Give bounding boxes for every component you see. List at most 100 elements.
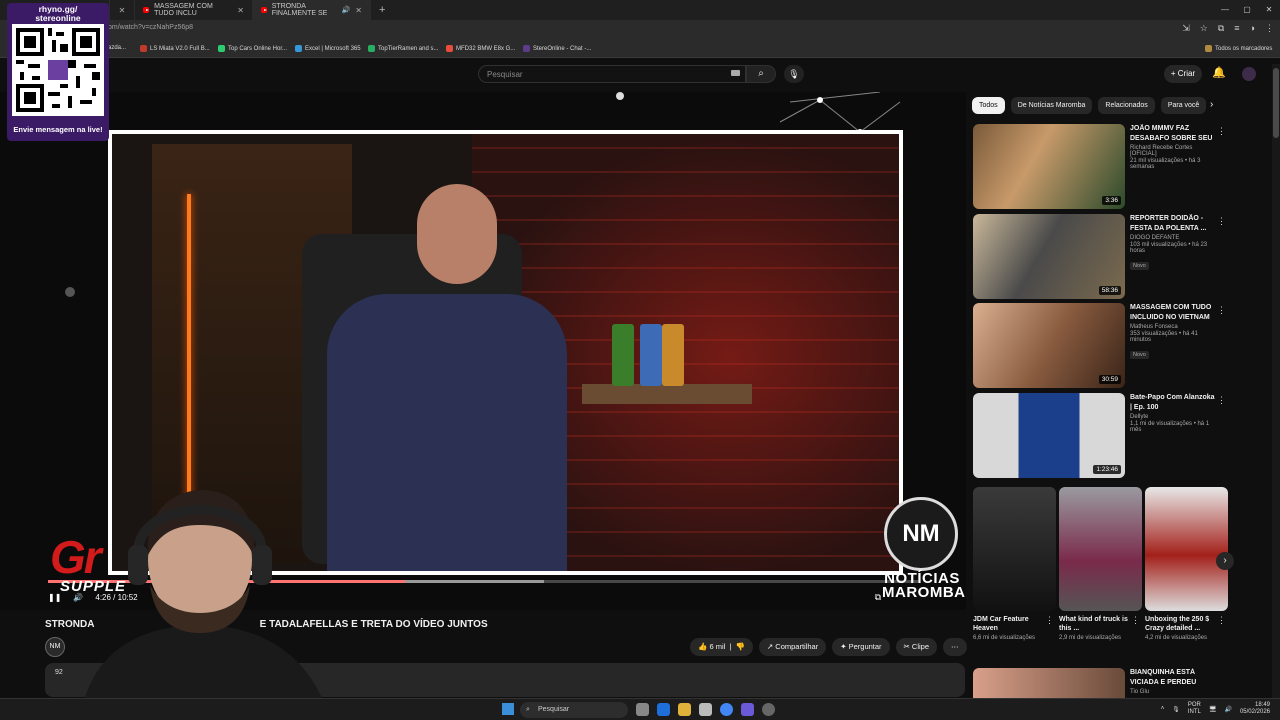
- thumbnail[interactable]: 3:36: [973, 124, 1125, 209]
- url-text[interactable]: om/watch?v=czNahPz56p8: [108, 24, 193, 31]
- thumbnail[interactable]: [973, 668, 1125, 698]
- subtitles-icon[interactable]: ⧉: [875, 592, 881, 603]
- bookmark-item[interactable]: MFD32 BMW E8x G...: [446, 45, 515, 52]
- bookmark-item[interactable]: LS Miata V2.0 Full B...: [140, 45, 210, 52]
- list-item[interactable]: BIANQUINHA ESTÁ VICIADA E PERDEU TUDO...…: [973, 668, 1228, 698]
- minimize-icon[interactable]: —: [1214, 0, 1236, 20]
- rec-channel[interactable]: Richard Recebe Cortes [OFICIAL]: [1130, 145, 1218, 157]
- search-input[interactable]: Pesquisar: [478, 65, 746, 83]
- short-item[interactable]: What kind of truck is this ... 2,9 mi de…: [1059, 487, 1142, 642]
- scrollbar[interactable]: [1272, 64, 1280, 700]
- thumbnail[interactable]: 30:59: [973, 303, 1125, 388]
- short-title[interactable]: What kind of truck is this ...: [1059, 615, 1131, 633]
- bookmark-item[interactable]: Top Cars Online Hor...: [218, 45, 287, 52]
- menu-icon[interactable]: ⋮: [1265, 23, 1274, 34]
- channel-watermark: NM: [884, 497, 958, 571]
- chip-channel[interactable]: De Notícias Maromba: [1010, 97, 1093, 114]
- clock[interactable]: 18:49 05/02/2026: [1240, 702, 1270, 716]
- star-icon[interactable]: ☆: [1200, 23, 1208, 34]
- rec-channel[interactable]: Tio Glu: [1130, 689, 1218, 695]
- qr-cta: Envie mensagem na live!: [13, 125, 103, 134]
- new-badge: Novo: [1130, 262, 1149, 270]
- clip-button[interactable]: ✂ Clipe: [895, 638, 938, 656]
- bookmark-item[interactable]: TopTierRamen and s...: [368, 45, 438, 52]
- chip-todos[interactable]: Todos: [972, 97, 1005, 114]
- list-item[interactable]: 3:36 JOÃO MMMV FAZ DESABAFO SOBRE SEU ..…: [973, 124, 1228, 209]
- list-item[interactable]: 1:23:46 Bate-Papo Com Alanzoka | Ep. 100…: [973, 393, 1228, 478]
- mic-icon[interactable]: 🎙: [1172, 706, 1180, 713]
- more-button[interactable]: ⋯: [943, 638, 967, 656]
- chevron-up-icon[interactable]: ˄: [1161, 706, 1165, 712]
- chip-related[interactable]: Relacionados: [1098, 97, 1155, 114]
- rec-channel[interactable]: Matheus Fonseca: [1130, 324, 1218, 330]
- dislike-icon[interactable]: 👎: [736, 642, 745, 651]
- rec-channel[interactable]: Dellyte: [1130, 414, 1218, 420]
- chevron-right-icon[interactable]: ›: [1216, 552, 1234, 570]
- bell-icon[interactable]: 🔔: [1212, 66, 1226, 79]
- rec-views: 1,1 mi de visualizações • há 1 mês: [1130, 421, 1210, 433]
- discord-icon[interactable]: [741, 703, 754, 716]
- language-indicator[interactable]: POR INTL: [1188, 702, 1201, 716]
- tab-massagem[interactable]: MASSAGEM COM TUDO INCLU ✕: [135, 0, 253, 20]
- short-item[interactable]: Unboxing the 250 $ Crazy detailed ... 4,…: [1145, 487, 1228, 642]
- all-bookmarks[interactable]: Todos os marcadores: [1205, 45, 1272, 52]
- chip-for-you[interactable]: Para você: [1160, 97, 1207, 114]
- obs-icon[interactable]: [762, 703, 775, 716]
- rec-title[interactable]: JOÃO MMMV FAZ DESABAFO SOBRE SEU ...: [1130, 124, 1218, 143]
- close-window-icon[interactable]: ✕: [1258, 0, 1280, 20]
- close-icon[interactable]: ✕: [355, 6, 362, 15]
- chrome-icon[interactable]: [720, 703, 733, 716]
- rec-title[interactable]: MASSAGEM COM TUDO INCLUIDO NO VIETNAM: [1130, 303, 1218, 322]
- lines-icon[interactable]: ≡: [1234, 23, 1239, 34]
- taskbar-search[interactable]: ⌕ Pesquisar: [520, 702, 628, 718]
- store-icon[interactable]: [699, 703, 712, 716]
- thumbnail[interactable]: 58:36: [973, 214, 1125, 299]
- mic-button[interactable]: 🎙: [784, 65, 804, 83]
- short-title[interactable]: JDM Car Feature Heaven: [973, 615, 1045, 633]
- like-button[interactable]: 👍 6 mil | 👎: [690, 638, 753, 656]
- short-thumbnail[interactable]: [1145, 487, 1228, 611]
- thumbnail[interactable]: 1:23:46: [973, 393, 1125, 478]
- profile-icon[interactable]: ◑: [1250, 23, 1255, 34]
- rec-title[interactable]: Bate-Papo Com Alanzoka | Ep. 100: [1130, 393, 1218, 412]
- list-item[interactable]: 58:36 REPÓRTER DOIDÃO - FESTA DA POLENTA…: [973, 214, 1228, 299]
- rec-channel[interactable]: DIOGO DEFANTE: [1130, 235, 1218, 241]
- more-icon[interactable]: ⋮: [1217, 216, 1226, 227]
- more-icon[interactable]: ⋮: [1131, 615, 1140, 626]
- new-tab-button[interactable]: +: [371, 4, 393, 16]
- close-icon[interactable]: ✕: [237, 6, 244, 15]
- short-thumbnail[interactable]: [1059, 487, 1142, 611]
- install-icon[interactable]: ⇲: [1182, 23, 1190, 34]
- short-title[interactable]: Unboxing the 250 $ Crazy detailed ...: [1145, 615, 1217, 633]
- more-icon[interactable]: ⋮: [1217, 615, 1226, 626]
- list-item[interactable]: 30:59 MASSAGEM COM TUDO INCLUIDO NO VIET…: [973, 303, 1228, 388]
- bookmark-item[interactable]: Excel | Microsoft 365: [295, 45, 361, 52]
- rec-title[interactable]: BIANQUINHA ESTÁ VICIADA E PERDEU TUDO...: [1130, 668, 1218, 687]
- maximize-icon[interactable]: ▢: [1236, 0, 1258, 20]
- file-explorer-icon[interactable]: [678, 703, 691, 716]
- keyboard-icon[interactable]: [731, 70, 740, 76]
- share-button[interactable]: ↗ Compartilhar: [758, 638, 827, 656]
- rec-title[interactable]: REPÓRTER DOIDÃO - FESTA DA POLENTA ...: [1130, 214, 1218, 233]
- volume-icon[interactable]: 🔊: [1224, 706, 1231, 713]
- more-icon[interactable]: ⋮: [1045, 615, 1054, 626]
- short-thumbnail[interactable]: [973, 487, 1056, 611]
- task-view-icon[interactable]: [636, 703, 649, 716]
- avatar[interactable]: [1242, 67, 1256, 81]
- bookmark-item[interactable]: StereOnline - Chat -...: [523, 45, 591, 52]
- short-item[interactable]: JDM Car Feature Heaven 6,6 mi de visuali…: [973, 487, 1056, 642]
- search-button[interactable]: ⌕: [746, 65, 776, 83]
- more-icon[interactable]: ⋮: [1217, 126, 1226, 137]
- tab-close-icon[interactable]: ✕: [110, 0, 135, 20]
- chevron-right-icon[interactable]: ›: [1210, 99, 1213, 110]
- create-button[interactable]: + Criar: [1164, 65, 1202, 83]
- bookmark-item[interactable]: azda...: [108, 45, 126, 51]
- more-icon[interactable]: ⋮: [1217, 395, 1226, 406]
- network-icon[interactable]: 🖥: [1209, 706, 1217, 713]
- ask-button[interactable]: ✦ Perguntar: [832, 638, 890, 656]
- extensions-icon[interactable]: ⧉: [1218, 23, 1224, 34]
- tab-stronda[interactable]: STRONDA FINALMENTE SE 🔊 ✕: [253, 0, 371, 20]
- app-icon[interactable]: [657, 703, 670, 716]
- windows-start-icon[interactable]: [502, 703, 514, 715]
- more-icon[interactable]: ⋮: [1217, 305, 1226, 316]
